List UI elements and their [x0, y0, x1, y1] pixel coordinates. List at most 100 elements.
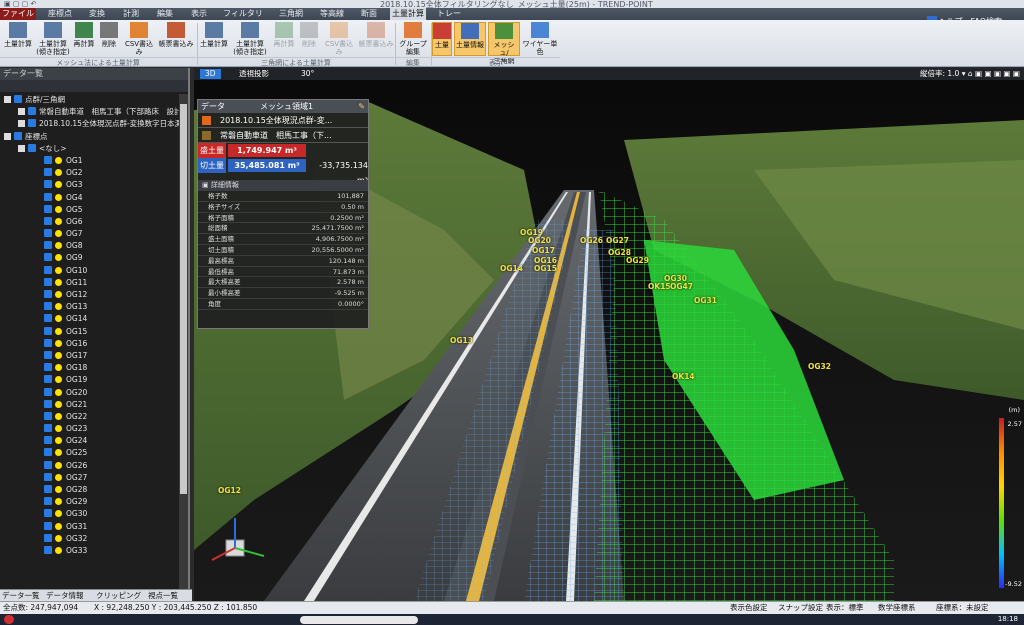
visibility-checkbox[interactable] [44, 168, 52, 177]
survey-point-label[interactable]: OG26 [580, 236, 603, 245]
visibility-checkbox[interactable] [44, 521, 52, 530]
survey-point-label[interactable]: OK14 [672, 372, 695, 381]
tab-perspective[interactable]: 透視投影 [234, 69, 274, 79]
tree-item[interactable]: OG23 [0, 423, 180, 435]
panel-toolbar[interactable] [0, 80, 188, 92]
tree-item[interactable]: OG33 [0, 545, 180, 557]
status-button-2[interactable]: 表示：標準 [826, 602, 864, 614]
visibility-checkbox[interactable] [44, 363, 52, 372]
visibility-checkbox[interactable] [44, 460, 52, 469]
menu-tab-4[interactable]: 編集 [152, 8, 178, 20]
tree-item[interactable]: OG32 [0, 533, 180, 545]
tree-item[interactable]: OG21 [0, 399, 180, 411]
tree-item[interactable]: 常磐自動車道 相馬工事（下部路床 設計値 [0, 106, 180, 118]
pin-icon[interactable]: ✎ [358, 100, 365, 113]
survey-point-label[interactable]: OG12 [218, 486, 241, 495]
ribbon-button-8[interactable]: 再計算 [272, 22, 296, 56]
expand-icon[interactable] [4, 96, 11, 103]
ribbon-button-6[interactable]: 土量計算 [200, 22, 228, 56]
menu-tab-10[interactable]: 土量計算 [390, 8, 426, 20]
visibility-checkbox[interactable] [44, 302, 52, 311]
tree-item[interactable]: OG7 [0, 228, 180, 240]
tree-item[interactable]: OG29 [0, 496, 180, 508]
tree-item[interactable]: OG14 [0, 313, 180, 325]
visibility-checkbox[interactable] [44, 399, 52, 408]
expand-icon[interactable] [18, 144, 25, 152]
menu-tab-6[interactable]: フィルタリング [220, 8, 266, 30]
menu-tab-11[interactable]: トレース [434, 8, 464, 30]
3d-viewport[interactable]: 3D 透視投影 30° 縦倍率: 1.0 ▾ ⌂ ▣ ▣ ▣ ▣ ▣ OG19 … [194, 68, 1024, 601]
tree-item[interactable]: OG27 [0, 472, 180, 484]
tree-item[interactable]: OG11 [0, 277, 180, 289]
visibility-checkbox[interactable] [44, 155, 52, 164]
weather-icon[interactable] [4, 615, 14, 624]
visibility-checkbox[interactable] [44, 497, 52, 506]
menu-tab-0[interactable]: ファイル [0, 8, 36, 20]
survey-point-label[interactable]: OG15 [534, 264, 557, 273]
tree-item[interactable]: 2018.10.15全体現況点群-変換数字日本測地系 [0, 118, 180, 130]
tree-item[interactable]: OG3 [0, 179, 180, 191]
tree-scrollbar[interactable] [179, 94, 188, 589]
visibility-checkbox[interactable] [44, 204, 52, 213]
visibility-checkbox[interactable] [44, 375, 52, 384]
ribbon-button-4[interactable]: CSV書込み [122, 22, 156, 56]
visibility-checkbox[interactable] [28, 119, 36, 128]
menu-tab-7[interactable]: 三角網 [274, 8, 308, 20]
visibility-checkbox[interactable] [44, 545, 52, 554]
visibility-checkbox[interactable] [44, 229, 52, 238]
tree-item[interactable]: OG10 [0, 265, 180, 277]
quick-access-toolbar[interactable]: ▣ ▢ ▢ ↶ [4, 0, 36, 8]
tree-item[interactable]: OG28 [0, 484, 180, 496]
status-button-4[interactable]: 座標系：未設定 [936, 602, 989, 614]
survey-point-label[interactable]: OG32 [808, 362, 831, 371]
ribbon-button-7[interactable]: 土量計算 (傾き指定) [232, 22, 268, 56]
survey-point-label[interactable]: OG27 [606, 236, 629, 245]
tree-item[interactable]: OG22 [0, 411, 180, 423]
ribbon-button-10[interactable]: CSV書込み [322, 22, 356, 56]
ribbon-button-14[interactable]: 土量情報 [454, 22, 486, 56]
ribbon-button-13[interactable]: 土量 [432, 22, 452, 56]
taskbar-search[interactable] [300, 616, 418, 624]
visibility-checkbox[interactable] [28, 143, 36, 152]
tree-item[interactable]: OG4 [0, 192, 180, 204]
visibility-checkbox[interactable] [44, 241, 52, 250]
visibility-checkbox[interactable] [44, 192, 52, 201]
tree-item[interactable]: OG12 [0, 289, 180, 301]
survey-point-label[interactable]: OG17 [532, 246, 555, 255]
visibility-checkbox[interactable] [44, 180, 52, 189]
visibility-checkbox[interactable] [14, 131, 22, 140]
vertical-scale[interactable]: 縦倍率: 1.0 ▾ ⌂ ▣ ▣ ▣ ▣ ▣ [920, 69, 1020, 79]
menu-tab-2[interactable]: 変換 [84, 8, 110, 20]
tree-item[interactable]: OG1 [0, 155, 180, 167]
tree-item[interactable]: OG19 [0, 374, 180, 386]
detail-header[interactable]: ▣ 詳細情報 [198, 180, 368, 191]
survey-point-label[interactable]: OG29 [626, 256, 649, 265]
visibility-checkbox[interactable] [44, 436, 52, 445]
visibility-checkbox[interactable] [44, 253, 52, 262]
visibility-checkbox[interactable] [44, 314, 52, 323]
tab-3d[interactable]: 3D [200, 69, 221, 79]
status-button-3[interactable]: 数学座標系 [878, 602, 916, 614]
visibility-checkbox[interactable] [44, 350, 52, 359]
tree-item[interactable]: OG31 [0, 521, 180, 533]
ribbon-button-0[interactable]: 土量計算 [4, 22, 32, 56]
visibility-checkbox[interactable] [44, 265, 52, 274]
visibility-checkbox[interactable] [44, 472, 52, 481]
survey-point-label[interactable]: OG20 [528, 236, 551, 245]
visibility-checkbox[interactable] [14, 95, 22, 103]
visibility-checkbox[interactable] [44, 533, 52, 542]
tree-item[interactable]: OG20 [0, 387, 180, 399]
survey-point-label[interactable]: OG14 [500, 264, 523, 273]
tree-item[interactable]: OG9 [0, 252, 180, 264]
visibility-checkbox[interactable] [44, 326, 52, 335]
tree-item[interactable]: 点群/三角網 [0, 94, 180, 106]
ribbon-button-11[interactable]: 帳票書込み [358, 22, 394, 56]
survey-point-label[interactable]: OG13 [450, 336, 473, 345]
tree-item[interactable]: OG15 [0, 326, 180, 338]
visibility-checkbox[interactable] [44, 424, 52, 433]
tree-item[interactable]: OG18 [0, 362, 180, 374]
visibility-checkbox[interactable] [44, 509, 52, 518]
visibility-checkbox[interactable] [44, 277, 52, 286]
tree-item[interactable]: <なし> [0, 143, 180, 155]
tree-item[interactable]: OG24 [0, 435, 180, 447]
